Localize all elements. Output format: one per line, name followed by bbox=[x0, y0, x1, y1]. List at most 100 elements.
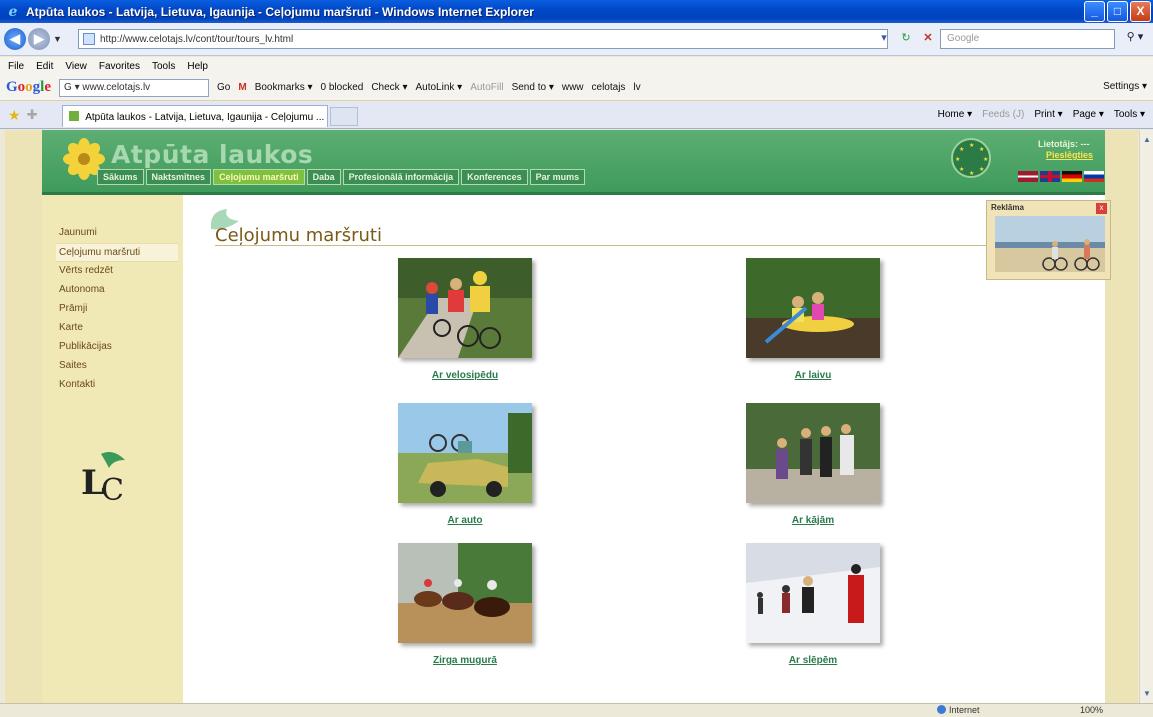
hiking-photo[interactable] bbox=[746, 403, 880, 503]
search-input[interactable]: Google bbox=[940, 29, 1115, 49]
horse-riding-photo[interactable] bbox=[398, 543, 532, 643]
back-button[interactable]: ◀ bbox=[4, 28, 26, 50]
google-search-input[interactable]: G ▾ www.celotajs.lv bbox=[59, 78, 210, 97]
route-card-horse: Zirga mugurā bbox=[396, 543, 534, 666]
route-link-car[interactable]: Ar auto bbox=[396, 515, 534, 526]
search-lv-button[interactable]: lv bbox=[633, 82, 640, 93]
menu-tools[interactable]: Tools bbox=[152, 61, 175, 72]
route-card-skiing: Ar slēpēm bbox=[744, 543, 882, 666]
route-link-cycling[interactable]: Ar velosipēdu bbox=[396, 370, 534, 381]
google-go-button[interactable]: Go bbox=[217, 82, 230, 93]
sidebar-item-verts-redzet[interactable]: Vērts redzēt bbox=[56, 262, 178, 281]
autofill-button[interactable]: AutoFill bbox=[470, 82, 503, 93]
send-to-button[interactable]: Send to ▾ bbox=[512, 82, 554, 93]
zoom-level[interactable]: 100% bbox=[1080, 705, 1103, 715]
login-link[interactable]: Pieslēgties bbox=[1046, 150, 1093, 160]
sidebar-item-pramji[interactable]: Prāmji bbox=[56, 300, 178, 319]
scroll-up-icon[interactable]: ▲ bbox=[1140, 132, 1153, 147]
route-card-hiking: Ar kājām bbox=[744, 403, 882, 526]
gmail-icon[interactable]: M bbox=[238, 82, 246, 93]
new-tab-button[interactable] bbox=[330, 107, 358, 126]
favorites-star-icon[interactable]: ★ bbox=[8, 107, 21, 124]
nav-profesionala-informacija[interactable]: Profesionālā informācija bbox=[342, 169, 460, 185]
close-button[interactable]: X bbox=[1130, 1, 1151, 22]
home-button[interactable]: Home ▾ bbox=[938, 109, 972, 120]
stop-icon[interactable]: ✕ bbox=[919, 29, 937, 47]
maximize-button[interactable]: □ bbox=[1107, 1, 1128, 22]
tab-active[interactable]: Atpūta laukos - Latvija, Lietuva, Igauni… bbox=[62, 105, 328, 127]
settings-button[interactable]: Settings ▾ bbox=[1103, 81, 1147, 92]
vertical-scrollbar[interactable]: ▲ ▼ bbox=[1139, 130, 1153, 703]
menu-view[interactable]: View bbox=[65, 61, 87, 72]
nav-daba[interactable]: Daba bbox=[306, 169, 341, 185]
status-bar: Internet 100% bbox=[0, 703, 1153, 717]
tabs-row: ★ ✚ Atpūta laukos - Latvija, Lietuva, Ig… bbox=[0, 102, 1153, 129]
search-www-button[interactable]: www bbox=[562, 82, 584, 93]
search-icon[interactable]: ⚲ ▾ bbox=[1121, 30, 1149, 48]
feeds-button[interactable]: Feeds (J) bbox=[982, 109, 1024, 120]
page-button[interactable]: Page ▾ bbox=[1073, 109, 1104, 120]
route-link-hiking[interactable]: Ar kājām bbox=[744, 515, 882, 526]
flag-uk-icon[interactable] bbox=[1040, 171, 1060, 182]
forward-button[interactable]: ▶ bbox=[28, 28, 50, 50]
menu-help[interactable]: Help bbox=[187, 61, 208, 72]
menu-file[interactable]: File bbox=[8, 61, 24, 72]
google-toolbar: Google G ▾ www.celotajs.lv Go M Bookmark… bbox=[0, 75, 1153, 101]
refresh-icon[interactable]: ↻ bbox=[897, 29, 915, 47]
popup-blocked-button[interactable]: 0 blocked bbox=[321, 82, 364, 93]
minimize-button[interactable]: _ bbox=[1084, 1, 1105, 22]
sidebar-item-saites[interactable]: Saites bbox=[56, 357, 178, 376]
menu-edit[interactable]: Edit bbox=[36, 61, 53, 72]
flag-germany-icon[interactable] bbox=[1062, 171, 1082, 182]
spellcheck-button[interactable]: Check ▾ bbox=[371, 82, 407, 93]
scroll-down-icon[interactable]: ▼ bbox=[1140, 686, 1153, 701]
route-card-car: Ar auto bbox=[396, 403, 534, 526]
route-link-horse[interactable]: Zirga mugurā bbox=[396, 655, 534, 666]
tab-title: Atpūta laukos - Latvija, Lietuva, Igauni… bbox=[85, 112, 325, 123]
nav-konferences[interactable]: Konferences bbox=[461, 169, 528, 185]
nav-naktsmitnes[interactable]: Naktsmītnes bbox=[145, 169, 212, 185]
canoe-photo[interactable] bbox=[746, 258, 880, 358]
bookmarks-button[interactable]: Bookmarks ▾ bbox=[255, 82, 313, 93]
address-input[interactable]: http://www.celotajs.lv/cont/tour/tours_l… bbox=[78, 29, 888, 49]
cycling-photo[interactable] bbox=[398, 258, 532, 358]
autolink-button[interactable]: AutoLink ▾ bbox=[415, 82, 462, 93]
ad-beach-cycling-image[interactable] bbox=[995, 216, 1105, 272]
svg-text:C: C bbox=[101, 473, 124, 506]
user-label: Lietotājs: --- bbox=[1038, 139, 1090, 149]
sidebar-item-kontakti[interactable]: Kontakti bbox=[56, 376, 178, 395]
address-url: http://www.celotajs.lv/cont/tour/tours_l… bbox=[100, 33, 294, 45]
page-icon bbox=[83, 33, 95, 45]
skiing-photo[interactable] bbox=[746, 543, 880, 643]
search-celotajs-button[interactable]: celotajs bbox=[592, 82, 626, 93]
ad-close-button[interactable]: x bbox=[1096, 203, 1107, 214]
add-favorites-icon[interactable]: ✚ bbox=[27, 107, 38, 123]
route-link-skiing[interactable]: Ar slēpēm bbox=[744, 655, 882, 666]
address-dropdown-icon[interactable]: ▾ bbox=[875, 29, 893, 47]
sidebar-item-celojumu-marsruti[interactable]: Ceļojumu maršruti bbox=[56, 243, 178, 262]
page-viewport: Atpūta laukos Sākums Naktsmītnes Ceļojum… bbox=[5, 130, 1138, 703]
nav-celojumu-marsruti[interactable]: Ceļojumu maršruti bbox=[213, 169, 305, 185]
sidebar-nav: Jaunumi Ceļojumu maršruti Vērts redzēt A… bbox=[56, 224, 178, 395]
sidebar-item-jaunumi[interactable]: Jaunumi bbox=[56, 224, 178, 243]
sidebar-item-autonoma[interactable]: Autonoma bbox=[56, 281, 178, 300]
globe-icon bbox=[937, 705, 946, 714]
flag-russia-icon[interactable] bbox=[1084, 171, 1104, 182]
recent-pages-dropdown[interactable]: ▼ bbox=[53, 34, 63, 44]
sidebar-item-karte[interactable]: Karte bbox=[56, 319, 178, 338]
car-photo[interactable] bbox=[398, 403, 532, 503]
print-button[interactable]: Print ▾ bbox=[1034, 109, 1062, 120]
window-title: Atpūta laukos - Latvija, Lietuva, Igauni… bbox=[26, 4, 534, 19]
nav-sakums[interactable]: Sākums bbox=[97, 169, 144, 185]
nav-par-mums[interactable]: Par mums bbox=[529, 169, 586, 185]
tools-button[interactable]: Tools ▾ bbox=[1114, 109, 1145, 120]
site-container bbox=[42, 130, 1105, 703]
lc-logo-icon: L C bbox=[81, 452, 125, 506]
menu-favorites[interactable]: Favorites bbox=[99, 61, 140, 72]
google-logo[interactable]: Google bbox=[6, 79, 51, 96]
route-link-canoe[interactable]: Ar laivu bbox=[744, 370, 882, 381]
sidebar-item-publikacijas[interactable]: Publikācijas bbox=[56, 338, 178, 357]
flag-latvia-icon[interactable] bbox=[1018, 171, 1038, 182]
main-nav: Sākums Naktsmītnes Ceļojumu maršruti Dab… bbox=[97, 169, 586, 185]
command-bar: Home ▾ Feeds (J) Print ▾ Page ▾ Tools ▾ bbox=[938, 109, 1145, 120]
